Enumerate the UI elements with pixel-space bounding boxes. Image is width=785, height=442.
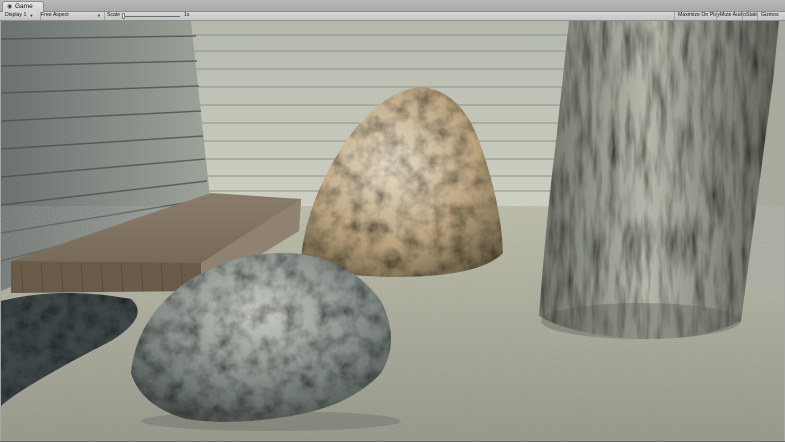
game-viewport[interactable] — [1, 21, 784, 441]
game-toolbar: Display 1 ▼ Free Aspect ▼ Scale 1x Maxim… — [0, 12, 785, 21]
tab-bar: ◉ Game — [0, 0, 785, 12]
scale-value: 1x — [184, 12, 190, 19]
tab-game[interactable]: ◉ Game — [2, 1, 44, 12]
scene-render — [1, 21, 784, 441]
aspect-dropdown[interactable]: Free Aspect ▼ — [38, 12, 105, 20]
scale-slider-track[interactable] — [122, 15, 180, 17]
gizmos-button[interactable]: Gizmos — [757, 12, 782, 20]
display-label: Display 1 — [5, 12, 27, 19]
game-window: ◉ Game Display 1 ▼ Free Aspect ▼ Scale 1… — [0, 0, 785, 442]
scale-slider-thumb[interactable] — [122, 13, 125, 19]
display-dropdown[interactable]: Display 1 ▼ — [2, 12, 41, 20]
chevron-down-icon: ▼ — [97, 13, 101, 18]
tab-label: Game — [15, 2, 33, 10]
scale-label: Scale — [107, 12, 120, 19]
aspect-label: Free Aspect — [41, 12, 69, 19]
game-view-icon: ◉ — [7, 4, 13, 10]
chevron-down-icon: ▼ — [29, 13, 34, 18]
